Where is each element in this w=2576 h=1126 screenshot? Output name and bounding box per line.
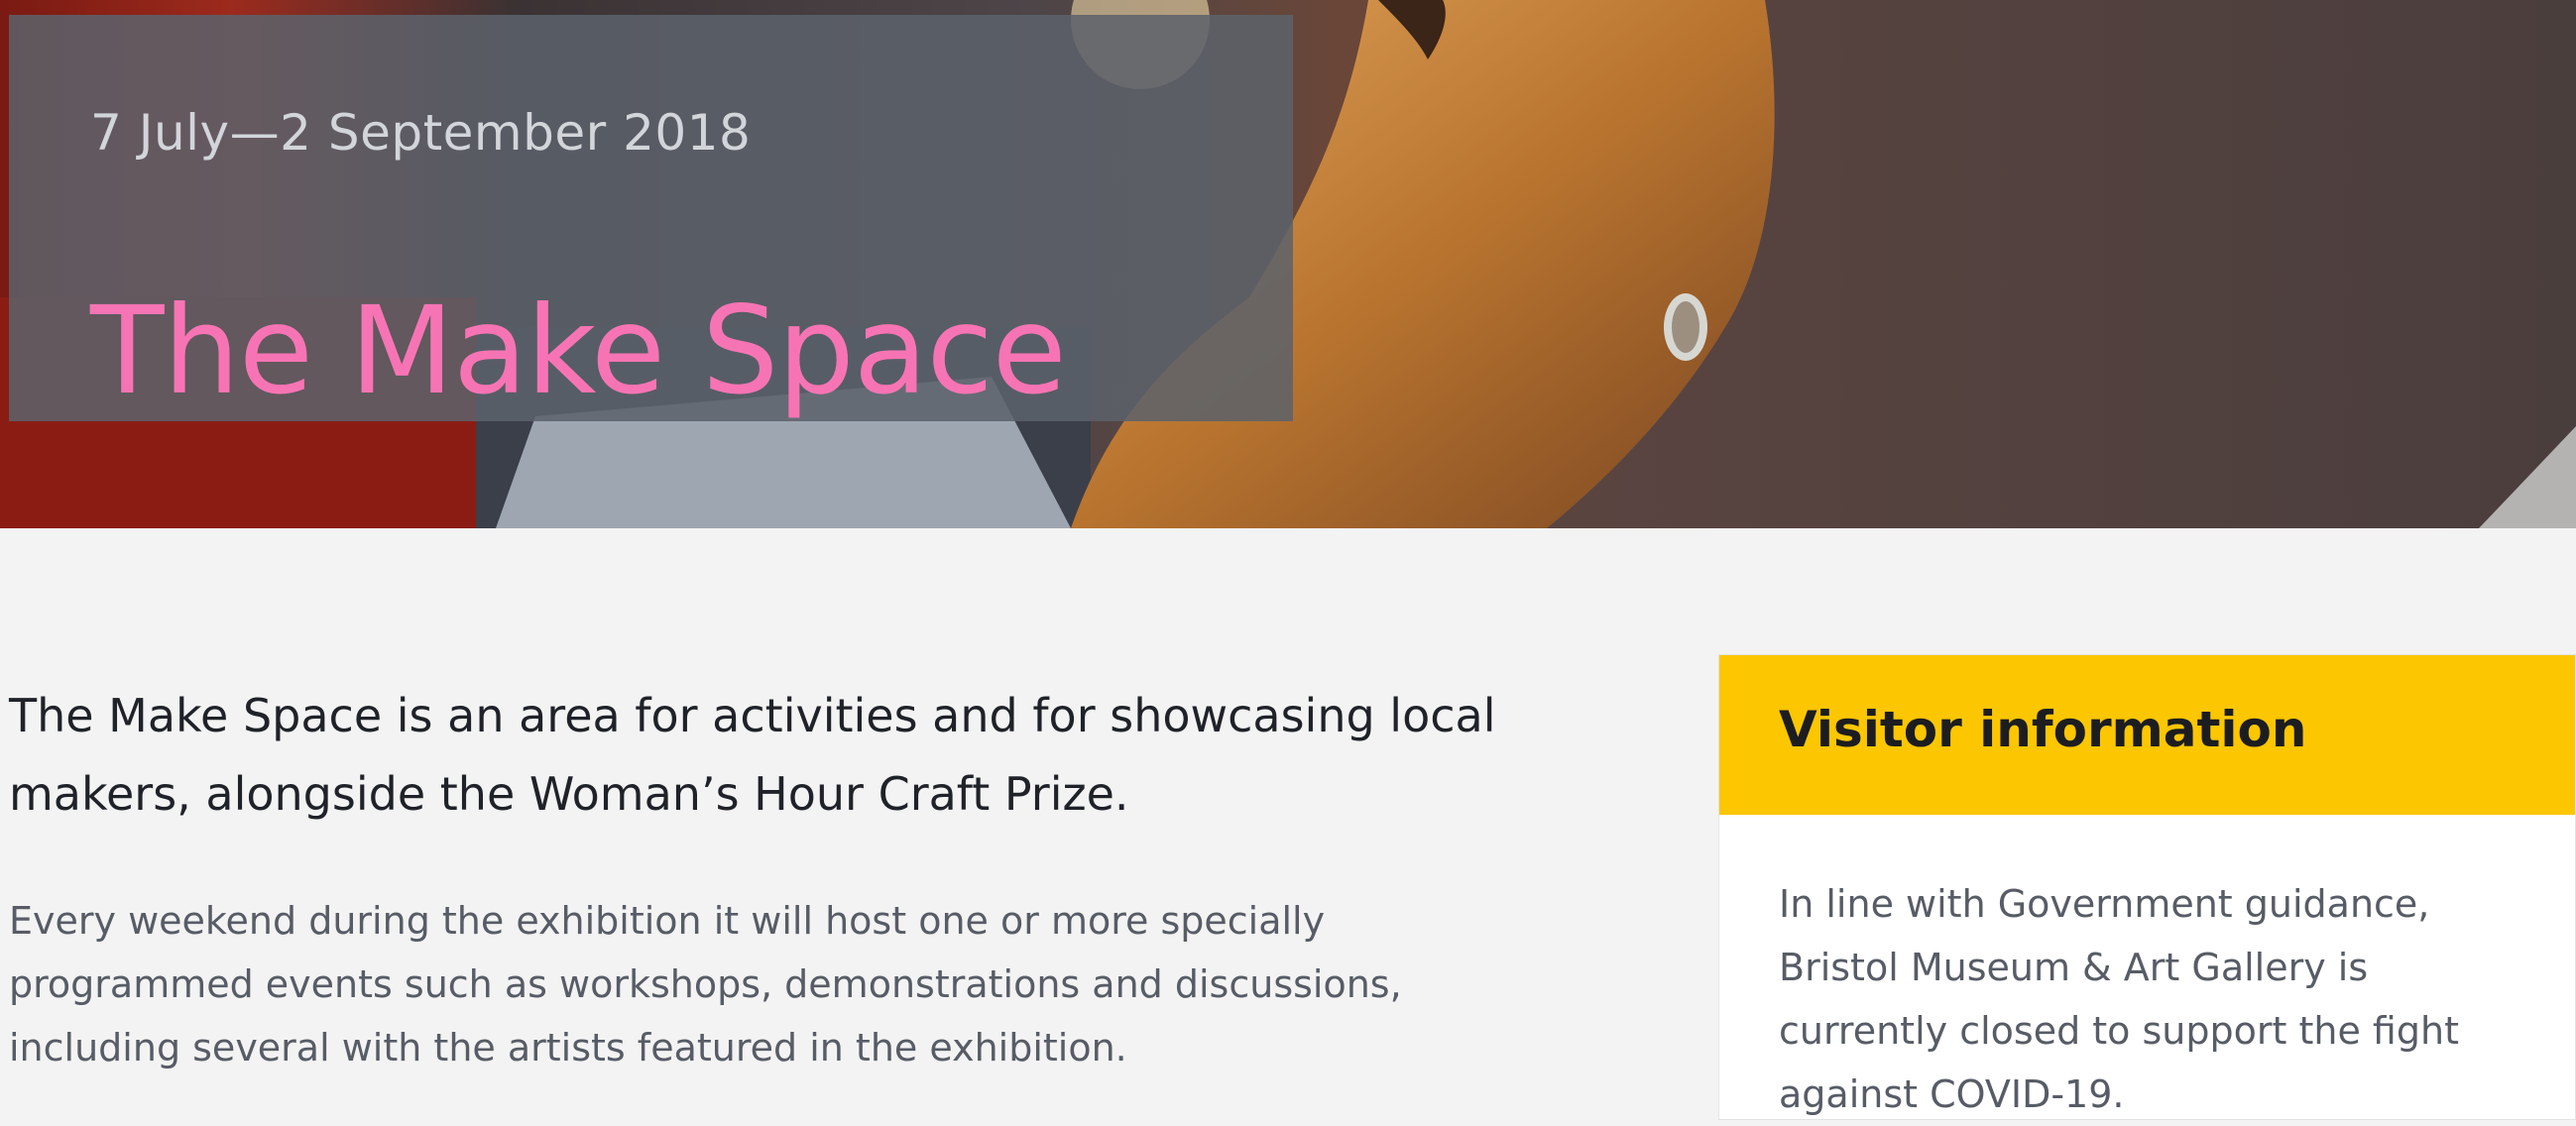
hero-banner: 7 July—2 September 2018 The Make Space (0, 0, 2576, 528)
main-content: The Make Space is an area for activities… (0, 528, 2576, 1120)
page-title: The Make Space (90, 280, 1067, 421)
visitor-information-header: Visitor information (1719, 655, 2575, 815)
intro-body: Every weekend during the exhibition it w… (9, 899, 1402, 1070)
visitor-information-title: Visitor information (1779, 701, 2307, 758)
visitor-information-card: Visitor information In line with Governm… (1718, 654, 2576, 1120)
title-card: 7 July—2 September 2018 The Make Space (9, 15, 1293, 421)
visitor-information-body: In line with Government guidance, Bristo… (1779, 882, 2459, 1116)
intro-lead: The Make Space is an area for activities… (9, 689, 1496, 821)
exhibition-dates: 7 July—2 September 2018 (90, 104, 752, 162)
